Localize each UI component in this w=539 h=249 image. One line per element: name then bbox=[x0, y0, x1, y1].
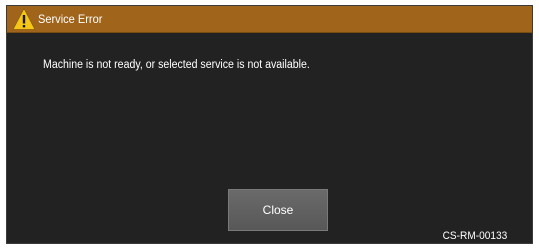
error-message: Machine is not ready, or selected servic… bbox=[43, 59, 310, 71]
close-button[interactable]: Close bbox=[228, 189, 328, 231]
dialog-title-bar: Service Error bbox=[7, 6, 532, 33]
dialog-title: Service Error bbox=[38, 12, 103, 26]
warning-icon bbox=[12, 7, 36, 31]
error-code: CS-RM-00133 bbox=[442, 230, 507, 242]
service-error-dialog: Service Error Machine is not ready, or s… bbox=[6, 5, 533, 244]
